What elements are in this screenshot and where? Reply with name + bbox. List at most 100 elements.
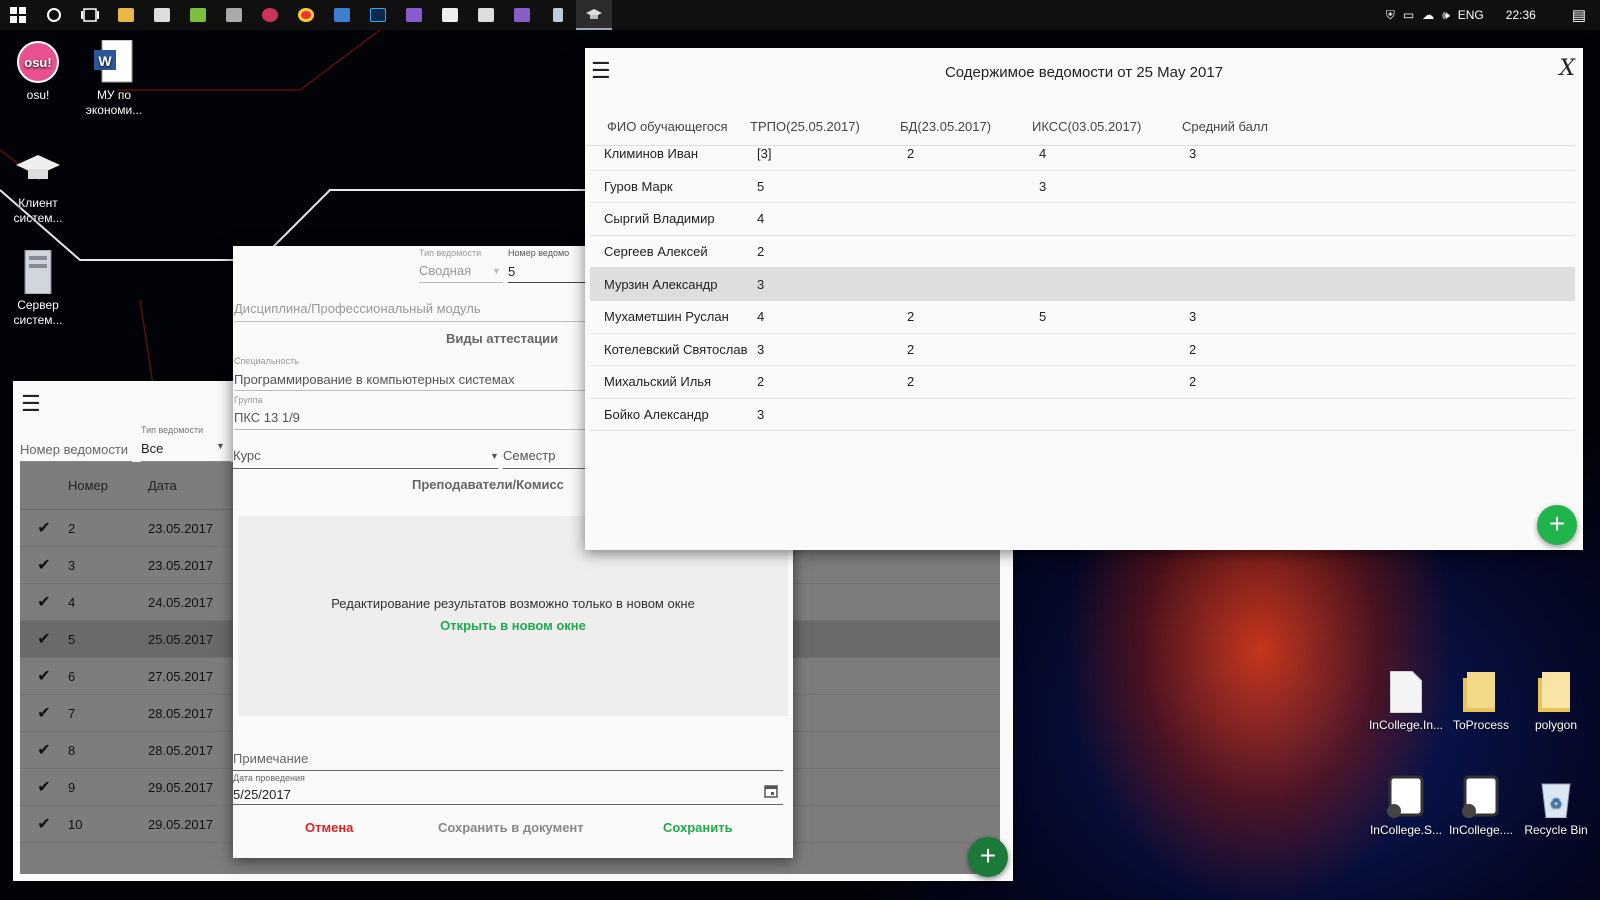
statement-type-label: Тип ведомости: [419, 248, 482, 258]
device-icon[interactable]: [540, 0, 576, 30]
desktop-icon-label: ToProcess: [1452, 718, 1510, 732]
table-row[interactable]: Сыргий Владимир 4: [590, 203, 1575, 236]
chevron-down-icon[interactable]: ▼: [492, 266, 501, 276]
network-icon[interactable]: ▭: [1403, 8, 1414, 22]
visual-studio-icon[interactable]: [504, 0, 540, 30]
task-view-icon[interactable]: [72, 0, 108, 30]
statement-type-select[interactable]: Сводная: [419, 263, 471, 278]
add-row-button[interactable]: +: [1537, 505, 1577, 545]
system-tray: ⛨ ▭ ☁ 🕪 ENG 22:36 ▤: [1386, 0, 1600, 30]
grade-trpo[interactable]: 2: [757, 244, 907, 259]
table-row[interactable]: Котелевский Святослав 3 2 2: [590, 334, 1575, 367]
grade-trpo[interactable]: 4: [757, 211, 907, 226]
table-row[interactable]: Бойко Александр 3: [590, 399, 1575, 432]
remote-desktop-icon[interactable]: [324, 0, 360, 30]
desktop-icon-client[interactable]: Клиент систем...: [0, 148, 76, 226]
grades-table-body: Климинов Иван [3] 2 4 3 Гуров Марк 5 3 Сыргий Вл…: [590, 138, 1575, 432]
column-header-bd[interactable]: БД(23.05.2017): [900, 119, 1032, 134]
column-header-trpo[interactable]: ТРПО(25.05.2017): [750, 119, 900, 134]
photoshop-icon[interactable]: [360, 0, 396, 30]
table-row[interactable]: Гуров Марк 5 3: [590, 171, 1575, 204]
desktop-icon-label: InCollege.In...: [1368, 718, 1444, 732]
number-filter-input[interactable]: Номер ведомости: [20, 442, 128, 457]
table-row[interactable]: Мухаметшин Руслан 4 2 5 3: [590, 301, 1575, 334]
database-icon[interactable]: [216, 0, 252, 30]
media-player-icon[interactable]: [252, 0, 288, 30]
clock[interactable]: 22:36: [1506, 8, 1536, 22]
date-input[interactable]: 5/25/2017: [233, 787, 291, 802]
desktop-icon-incollege-in[interactable]: InCollege.In...: [1368, 670, 1444, 733]
course-select[interactable]: Курс: [233, 448, 261, 463]
column-header-student[interactable]: ФИО обучающегося: [585, 119, 750, 134]
grade-trpo[interactable]: 3: [757, 342, 907, 357]
save-to-document-button[interactable]: Сохранить в документ: [438, 820, 584, 835]
desktop-icon-osu[interactable]: osu! osu!: [0, 40, 76, 103]
column-header-number[interactable]: Номер: [68, 478, 148, 493]
student-name: Сыргий Владимир: [604, 211, 715, 227]
discipline-input[interactable]: Дисциплина/Профессиональный модуль: [234, 301, 481, 316]
desktop-icon-incollege[interactable]: InCollege....: [1443, 775, 1519, 838]
grade-trpo[interactable]: 4: [757, 309, 907, 324]
notifications-icon[interactable]: ▤: [1572, 6, 1586, 24]
desktop-icon-polygon[interactable]: polygon: [1518, 670, 1594, 733]
grade-bd[interactable]: 2: [907, 146, 1039, 161]
cortana-search-icon[interactable]: [36, 0, 72, 30]
hamburger-menu-icon[interactable]: ☰: [21, 391, 41, 417]
grade-bd[interactable]: 2: [907, 374, 1039, 389]
cancel-button[interactable]: Отмена: [305, 820, 353, 835]
date-label: Дата проведения: [233, 773, 305, 783]
add-statement-button[interactable]: +: [968, 837, 1008, 877]
desktop-icon-word-doc[interactable]: W МУ по экономи...: [76, 40, 152, 118]
grade-trpo[interactable]: 3: [757, 407, 907, 422]
grade-trpo[interactable]: 3: [757, 277, 907, 292]
desktop-icon-incollege-s[interactable]: InCollege.S...: [1368, 775, 1444, 838]
shield-icon[interactable]: ⛨: [1386, 8, 1395, 23]
grade-trpo[interactable]: 5: [757, 179, 907, 194]
close-icon[interactable]: X: [1559, 56, 1575, 81]
grade-bd[interactable]: 2: [907, 342, 1039, 357]
paint-icon[interactable]: [396, 0, 432, 30]
cloud-icon[interactable]: ☁: [1422, 8, 1434, 22]
grade-ikss[interactable]: 3: [1039, 179, 1189, 194]
calendar-icon[interactable]: [764, 784, 778, 801]
column-header-average[interactable]: Средний балл: [1182, 119, 1332, 134]
grade-ikss[interactable]: 5: [1039, 309, 1189, 324]
photos-icon[interactable]: [468, 0, 504, 30]
chevron-down-icon[interactable]: ▼: [216, 441, 225, 451]
grade-bd[interactable]: 2: [907, 309, 1039, 324]
chevron-down-icon[interactable]: ▼: [490, 451, 499, 461]
table-row[interactable]: Михальский Илья 2 2 2: [590, 366, 1575, 399]
statement-number-input[interactable]: 5: [508, 264, 515, 279]
desktop-icon-recycle-bin[interactable]: ♻ Recycle Bin: [1518, 775, 1594, 838]
desktop-icon-toprocess[interactable]: ToProcess: [1443, 670, 1519, 733]
grade-ikss[interactable]: 4: [1039, 146, 1189, 161]
table-row[interactable]: Климинов Иван [3] 2 4 3: [590, 138, 1575, 171]
specialty-select[interactable]: Программирование в компьютерных системах: [234, 372, 515, 387]
type-filter-select[interactable]: Все: [141, 441, 163, 456]
chrome-icon[interactable]: [288, 0, 324, 30]
desktop-icon-server[interactable]: Сервер систем...: [0, 250, 76, 328]
save-button[interactable]: Сохранить: [663, 820, 733, 835]
android-studio-icon[interactable]: [180, 0, 216, 30]
grade-trpo[interactable]: [3]: [757, 146, 907, 161]
table-row[interactable]: Мурзин Александр 3: [590, 268, 1575, 301]
grade-trpo[interactable]: 2: [757, 374, 907, 389]
note-input[interactable]: Примечание: [233, 751, 308, 766]
language-indicator[interactable]: ENG: [1458, 8, 1484, 22]
windows-start-icon[interactable]: [0, 0, 36, 30]
file-explorer-icon[interactable]: [108, 0, 144, 30]
graduation-cap-app-icon[interactable]: [576, 0, 612, 30]
checkmark-icon: ✔: [37, 705, 51, 722]
volume-icon[interactable]: 🕪: [1442, 8, 1450, 23]
group-select[interactable]: ПКС 13 1/9: [234, 410, 300, 425]
date-underline: [233, 804, 783, 805]
student-name: Климинов Иван: [604, 146, 699, 162]
column-header-ikss[interactable]: ИКСС(03.05.2017): [1032, 119, 1182, 134]
store-icon[interactable]: [144, 0, 180, 30]
mail-icon[interactable]: [432, 0, 468, 30]
semester-select[interactable]: Семестр: [503, 448, 555, 463]
table-row[interactable]: Сергеев Алексей 2: [590, 236, 1575, 269]
open-new-window-link[interactable]: Открыть в новом окне: [238, 618, 788, 633]
folder-icon: [1534, 670, 1578, 714]
student-name: Михальский Илья: [604, 374, 712, 390]
